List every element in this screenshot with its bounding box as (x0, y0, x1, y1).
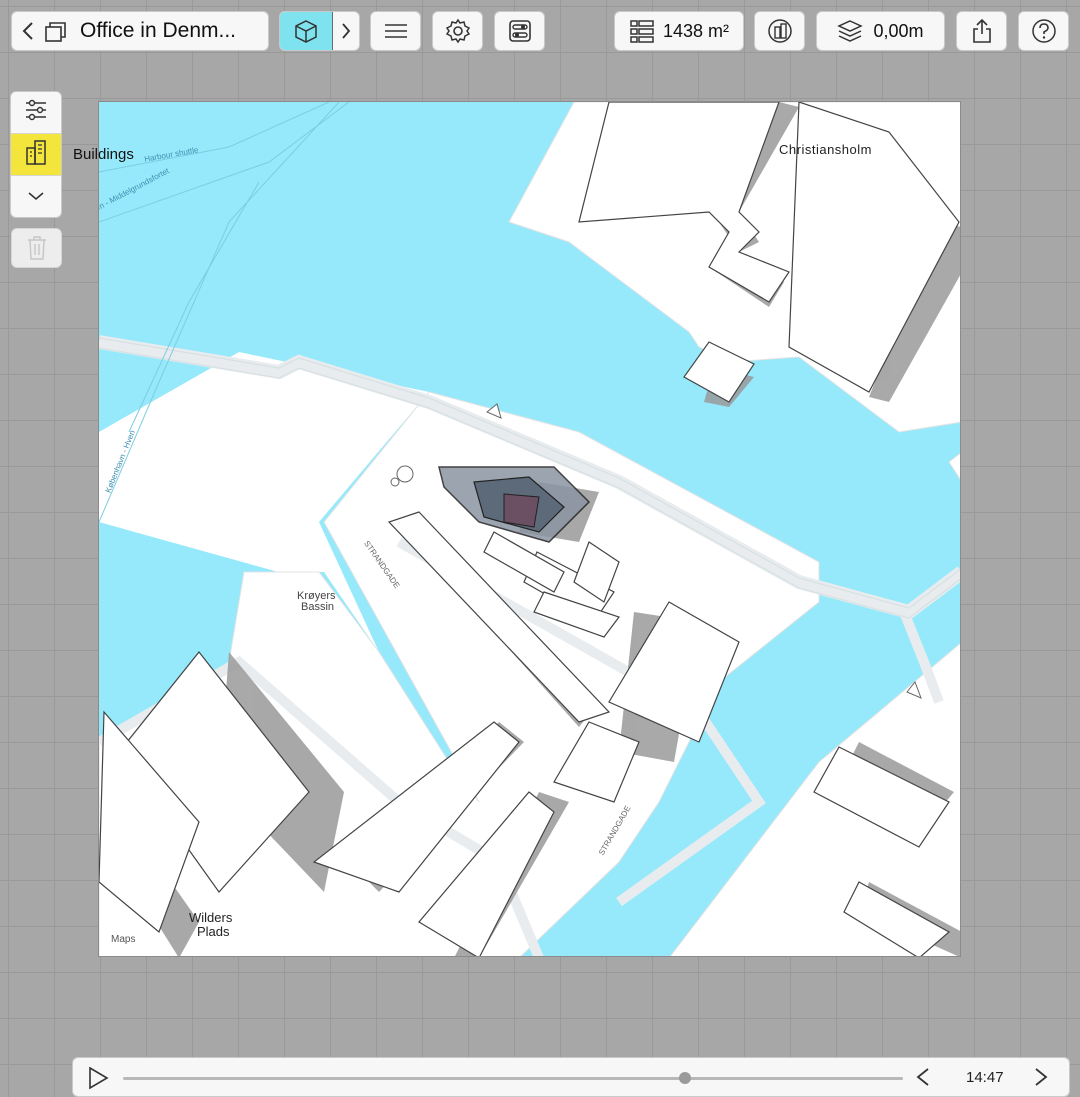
filter-button[interactable] (11, 92, 61, 134)
hamburger-menu-icon (384, 23, 408, 39)
gear-icon (445, 18, 471, 44)
floor-plan-button[interactable] (754, 11, 805, 51)
delete-button[interactable] (11, 228, 62, 268)
layers-icon (837, 19, 864, 43)
time-value: 14:47 (966, 1069, 1004, 1086)
elevation-value: 0,00m (873, 20, 924, 41)
buildings-layer-button[interactable] (11, 134, 61, 176)
settings-button[interactable] (432, 11, 483, 51)
layer-panel (10, 91, 62, 218)
area-button[interactable]: 1438 m² (614, 11, 744, 51)
cube-3d-icon (293, 18, 319, 44)
documents-icon (44, 19, 70, 43)
map-drawing (99, 102, 960, 956)
view-mode-group[interactable] (279, 11, 360, 51)
chevron-left-icon[interactable] (22, 21, 34, 41)
menu-button[interactable] (370, 11, 421, 51)
label-wilders-plads-2: Plads (197, 924, 230, 939)
buildings-layer-label: Buildings (73, 146, 134, 163)
chevron-down-icon (27, 188, 45, 206)
question-circle-icon (1031, 18, 1057, 44)
toggles-button[interactable] (494, 11, 545, 51)
view-3d-button[interactable] (280, 12, 333, 50)
buildings-icon (24, 138, 48, 171)
map-canvas[interactable]: Christiansholm Krøyers Bassin Wilders Pl… (98, 101, 961, 957)
label-kroyers-bassin-2: Bassin (301, 601, 335, 613)
area-value: 1438 m² (662, 20, 730, 41)
project-title: Office in Denm... (80, 19, 237, 42)
help-button[interactable] (1018, 11, 1069, 51)
list-rows-icon (629, 19, 655, 43)
share-button[interactable] (956, 11, 1007, 51)
share-icon (971, 18, 993, 44)
sliders-icon (24, 98, 48, 127)
time-slider-handle[interactable] (678, 1072, 691, 1084)
chevron-right-icon (341, 22, 351, 40)
next-view-button[interactable] (333, 12, 359, 50)
timeline-bar: 14:47 (72, 1057, 1070, 1097)
trash-icon (26, 235, 48, 261)
elevation-button[interactable]: 0,00m (816, 11, 945, 51)
play-icon[interactable] (87, 1066, 109, 1095)
label-wilders-plads-1: Wilders (189, 910, 233, 925)
expand-layers-button[interactable] (11, 176, 61, 217)
project-title-button[interactable]: Office in Denm... (11, 11, 269, 51)
maps-attribution: Maps (111, 934, 136, 945)
label-christiansholm: Christiansholm (779, 142, 872, 157)
building-plan-icon (767, 18, 793, 44)
toggles-icon (508, 19, 532, 43)
